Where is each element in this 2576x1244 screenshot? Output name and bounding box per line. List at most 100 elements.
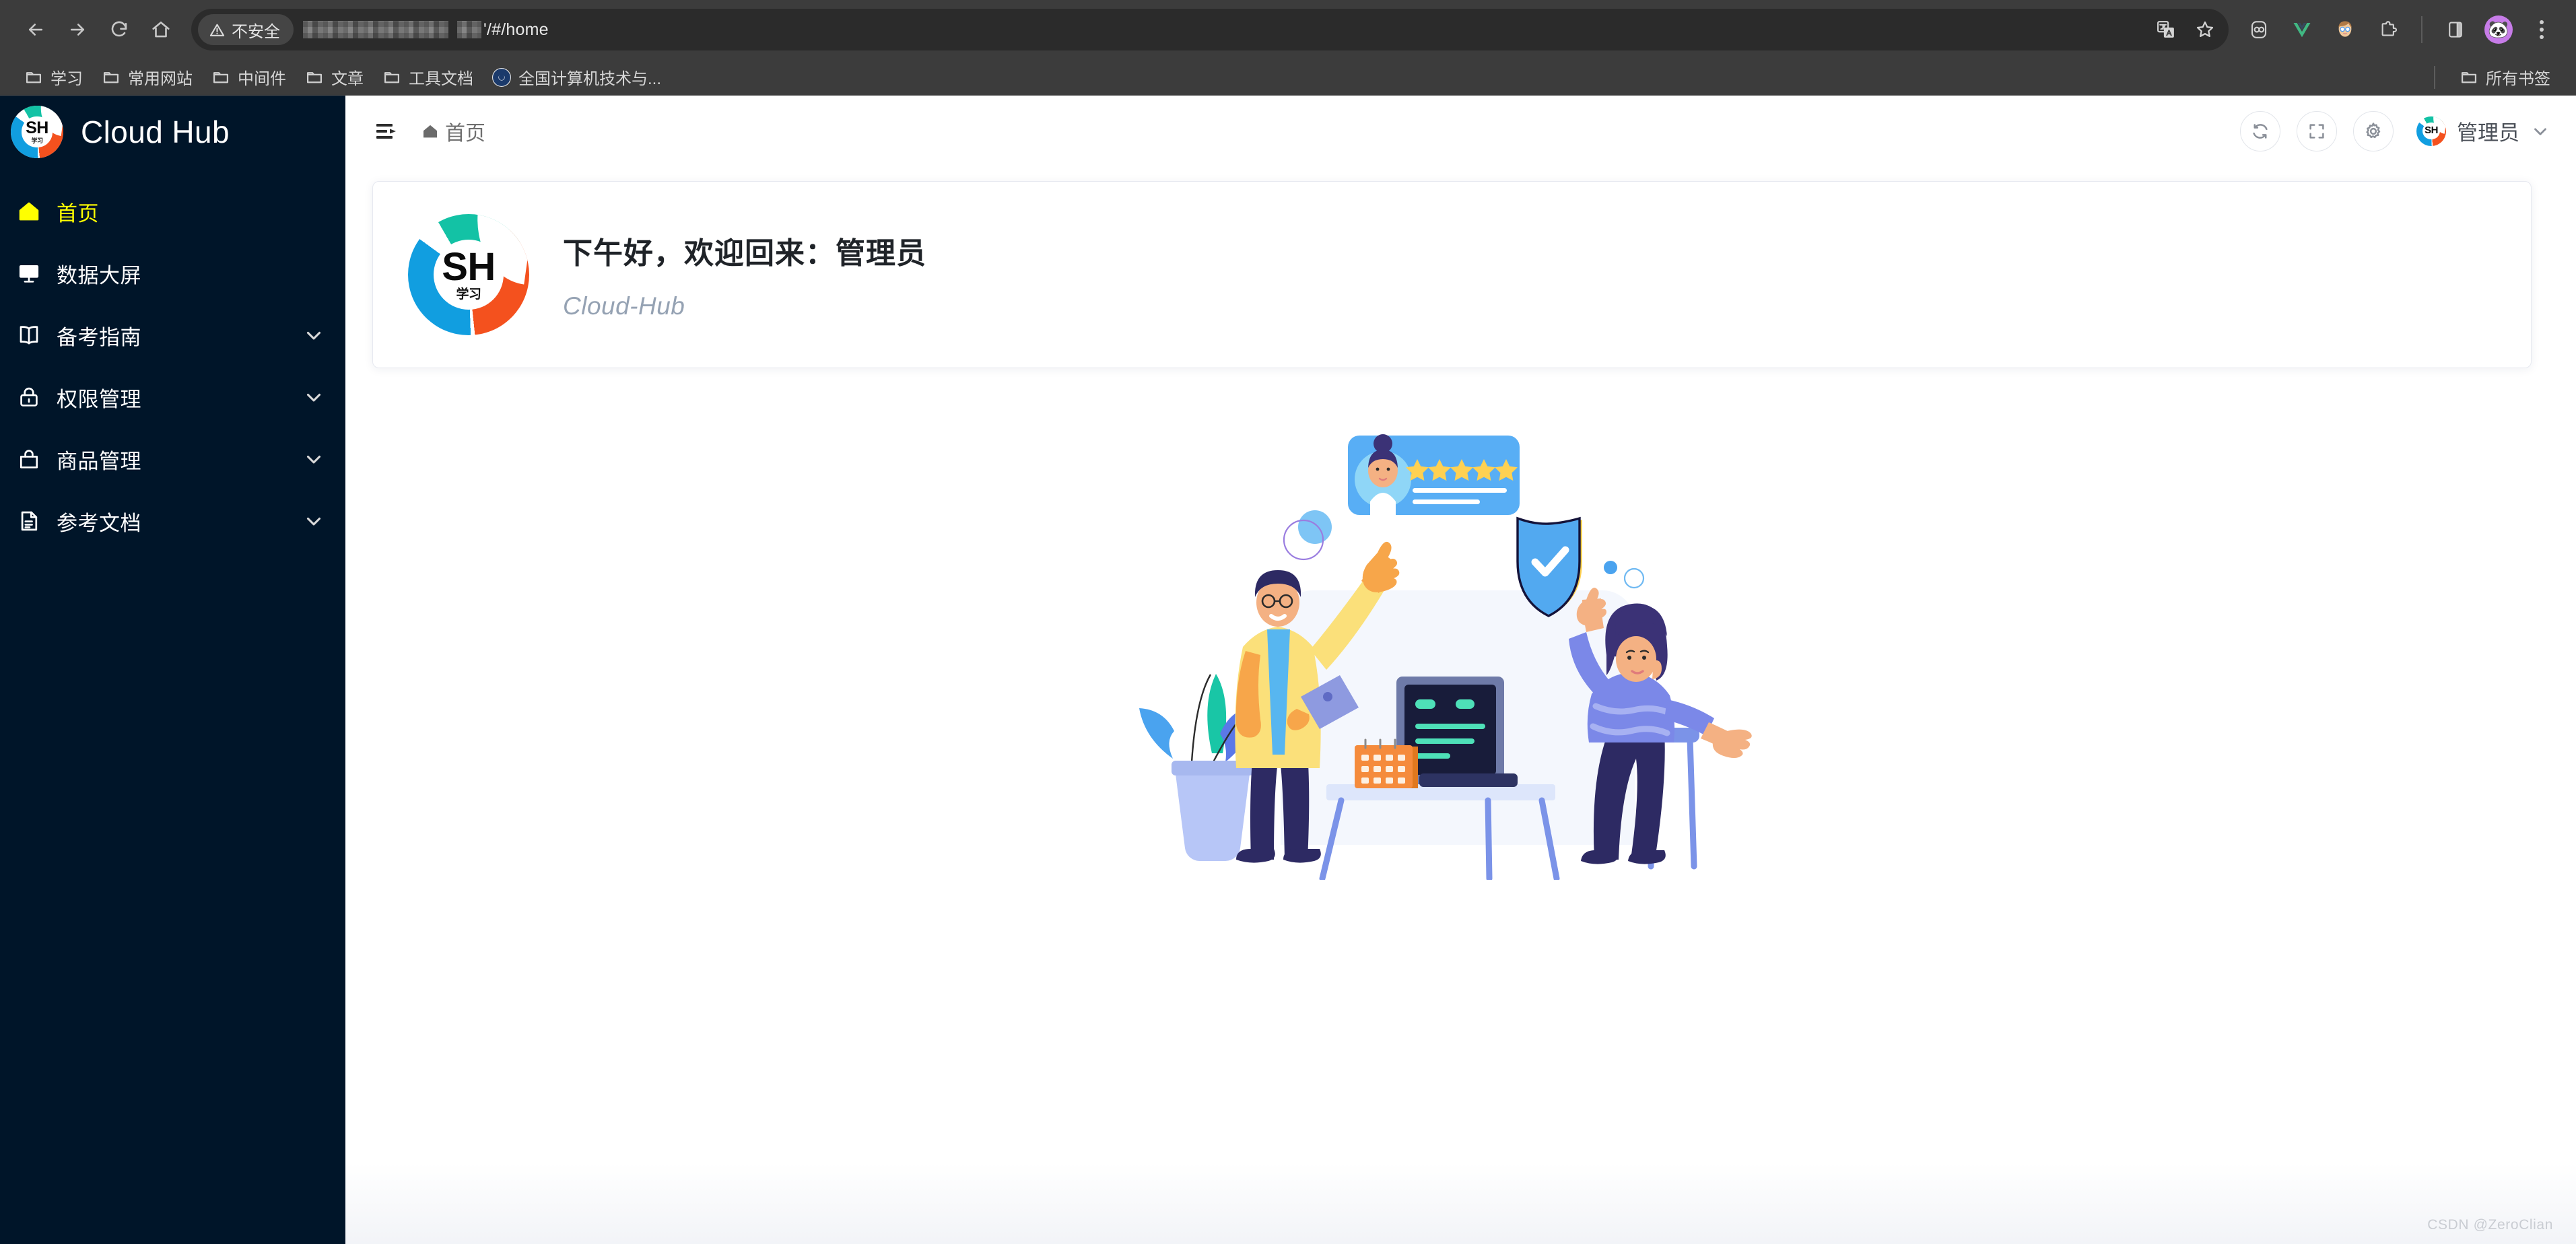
- sidebar-item-label: 权限管理: [57, 387, 141, 411]
- gear-icon: [2366, 122, 2381, 138]
- bookmark-item[interactable]: 学习: [15, 61, 92, 93]
- lock-icon: [15, 383, 43, 411]
- brand-title: Cloud Hub: [81, 114, 230, 149]
- browser-extensions: 🐼: [2239, 10, 2561, 49]
- sidebar-item-reference-docs[interactable]: 参考文档: [0, 490, 345, 552]
- bag-icon: [15, 445, 43, 473]
- team-workspace-illustration: [345, 395, 2576, 880]
- welcome-logo-primary: SH: [442, 245, 496, 289]
- breadcrumb-item[interactable]: 首页: [445, 116, 485, 146]
- profile-avatar[interactable]: 🐼: [2484, 15, 2513, 44]
- url-redacted-block-2: [457, 21, 481, 38]
- monitor-icon: [15, 259, 43, 287]
- sidebar-item-products[interactable]: 商品管理: [0, 428, 345, 490]
- url-redacted-block: [303, 21, 448, 38]
- app-topbar: 首页 SH 管理员: [345, 96, 2576, 166]
- welcome-greeting: 下午好，欢迎回来：管理员: [563, 237, 926, 270]
- sidebar-item-label: 商品管理: [57, 449, 141, 473]
- menu-collapse-icon[interactable]: [374, 116, 403, 146]
- sidebar-item-label: 数据大屏: [57, 263, 141, 287]
- fullscreen-icon: [2309, 123, 2324, 139]
- bookmark-item[interactable]: 工具文档: [373, 61, 483, 93]
- welcome-logo-icon: SH 学习: [408, 214, 529, 335]
- bookmarks-divider: [2434, 65, 2435, 89]
- back-button[interactable]: [15, 9, 57, 50]
- cloud-hub-logo-icon: SH 学习: [11, 106, 63, 158]
- extension-avatar-icon[interactable]: [2326, 10, 2365, 49]
- logo-primary-text: SH: [26, 118, 48, 137]
- url-display[interactable]: '/#/home: [303, 20, 549, 40]
- site-favicon: [492, 67, 511, 87]
- logo-sub-text: 学习: [31, 137, 43, 144]
- all-bookmarks-label: 所有书签: [2486, 70, 2550, 88]
- url-suffix-text: '/#/home: [483, 20, 549, 39]
- sidebar-item-label: 首页: [57, 201, 99, 226]
- warning-triangle-icon: [209, 24, 225, 36]
- folder-icon: [24, 68, 43, 87]
- app-shell: SH 学习 Cloud Hub 首页 数据大屏 备考指南 权限管理 商品管理 参…: [0, 96, 2576, 1244]
- bookmark-label: 文章: [331, 70, 364, 88]
- browser-chrome: 不安全 '/#/home 🐼 学习 常用网站 中间件 文章 工具文档 全国计算机…: [0, 0, 2576, 96]
- bookmarks-bar: 学习 常用网站 中间件 文章 工具文档 全国计算机技术与... 所有书签: [0, 59, 2576, 96]
- all-bookmarks-button[interactable]: 所有书签: [2450, 61, 2560, 93]
- page-bottom-fade: [345, 1163, 2576, 1244]
- bookmark-label: 全国计算机技术与...: [518, 70, 662, 88]
- welcome-card: SH 学习 下午好，欢迎回来：管理员 Cloud-Hub: [372, 181, 2532, 368]
- profile-avatar-icon[interactable]: 🐼: [2479, 10, 2518, 49]
- avatar-text: SH: [2425, 125, 2438, 137]
- translate-icon[interactable]: [2146, 10, 2185, 49]
- chrome-menu-icon[interactable]: [2522, 10, 2561, 49]
- refresh-icon: [2253, 123, 2268, 139]
- home-button[interactable]: [140, 9, 182, 50]
- sidebar-item-exam-guide[interactable]: 备考指南: [0, 304, 345, 366]
- welcome-logo-sub: 学习: [456, 287, 481, 302]
- user-menu[interactable]: SH 管理员: [2416, 116, 2550, 146]
- bookmark-star-icon[interactable]: [2185, 10, 2225, 49]
- user-name-label: 管理员: [2457, 121, 2519, 145]
- bookmark-item[interactable]: 中间件: [202, 61, 296, 93]
- chevron-down-icon[interactable]: [302, 448, 325, 471]
- avatar: SH: [2416, 116, 2446, 146]
- bookmark-label: 常用网站: [128, 70, 193, 88]
- chevron-down-icon[interactable]: [302, 324, 325, 347]
- side-panel-icon[interactable]: [2436, 10, 2475, 49]
- bookmark-item[interactable]: 文章: [296, 61, 373, 93]
- folder-icon: [305, 68, 324, 87]
- document-icon: [15, 507, 43, 535]
- topbar-actions: SH 管理员: [2240, 110, 2550, 151]
- chevron-down-icon[interactable]: [2530, 121, 2550, 141]
- sidebar-item-data-screen[interactable]: 数据大屏: [0, 242, 345, 304]
- chevron-down-icon[interactable]: [302, 510, 325, 532]
- watermark: CSDN @ZeroClian: [2427, 1217, 2553, 1233]
- security-status-label: 不安全: [232, 22, 280, 41]
- reload-button[interactable]: [98, 9, 140, 50]
- folder-icon: [211, 68, 230, 87]
- forward-button[interactable]: [57, 9, 98, 50]
- folder-icon: [382, 68, 401, 87]
- bookmark-item[interactable]: 常用网站: [92, 61, 202, 93]
- brand-header[interactable]: SH 学习 Cloud Hub: [0, 96, 345, 168]
- fullscreen-button[interactable]: [2297, 110, 2337, 151]
- home-icon: [421, 121, 441, 141]
- extension-pocket-icon[interactable]: [2239, 10, 2278, 49]
- chevron-down-icon[interactable]: [302, 386, 325, 409]
- settings-button[interactable]: [2353, 110, 2394, 151]
- sidebar-item-label: 备考指南: [57, 325, 141, 349]
- address-bar[interactable]: 不安全 '/#/home: [191, 9, 2229, 50]
- toolbar-divider: [2421, 16, 2422, 43]
- refresh-button[interactable]: [2240, 110, 2280, 151]
- bookmark-item[interactable]: 全国计算机技术与...: [483, 61, 671, 93]
- bookmark-label: 工具文档: [409, 70, 473, 88]
- bookmark-label: 中间件: [238, 70, 286, 88]
- page-content: SH 学习 下午好，欢迎回来：管理员 Cloud-Hub CSDN @ZeroC…: [345, 166, 2576, 1244]
- extensions-puzzle-icon[interactable]: [2369, 10, 2408, 49]
- sidebar-menu: 首页 数据大屏 备考指南 权限管理 商品管理 参考文档: [0, 168, 345, 552]
- sidebar-item-home[interactable]: 首页: [0, 180, 345, 242]
- folder-icon: [2460, 68, 2478, 87]
- welcome-subtitle: Cloud-Hub: [563, 292, 685, 320]
- sidebar-item-permissions[interactable]: 权限管理: [0, 366, 345, 428]
- security-status-chip[interactable]: 不安全: [198, 14, 294, 45]
- extension-vue-devtools-icon[interactable]: [2282, 10, 2321, 49]
- main-area: 首页 SH 管理员 SH 学习 下午好，欢迎回来：管理员 Cloud-Hub C…: [345, 96, 2576, 1244]
- book-icon: [15, 321, 43, 349]
